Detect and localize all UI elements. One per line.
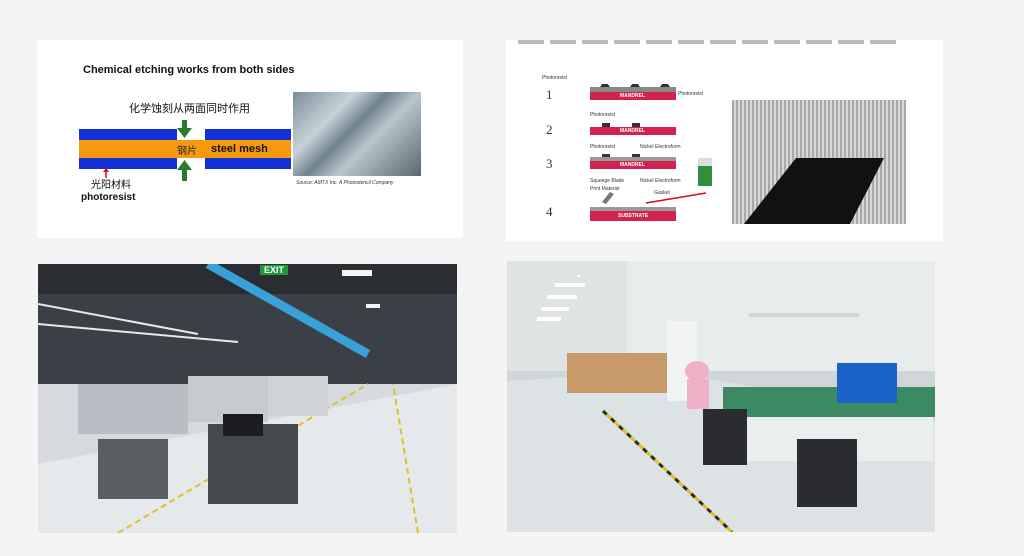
micrograph-source: Source: AMTX Inc. A Photostencil Company xyxy=(296,180,394,186)
exit-sign: EXIT xyxy=(260,265,289,275)
lab-room-photo xyxy=(507,261,935,532)
photoresist-en-label: photoresist xyxy=(81,192,136,203)
lab-scene xyxy=(507,261,935,532)
process-steps-panel: Photoresist Photoresist 1 MANDREL 2 Phot… xyxy=(506,40,943,241)
aperture-shape xyxy=(744,158,884,224)
etching-diagram-panel: Chemical etching works from both sides 化… xyxy=(37,40,463,238)
steel-en-label: steel mesh xyxy=(211,143,268,155)
photoresist-cn-label: 光阳材料 xyxy=(91,180,131,191)
steel-cn-label: 钢片 xyxy=(177,146,197,157)
factory-floor-photo: EXIT xyxy=(38,264,457,533)
etched-micrograph xyxy=(293,92,421,176)
factory-scene xyxy=(38,264,457,533)
